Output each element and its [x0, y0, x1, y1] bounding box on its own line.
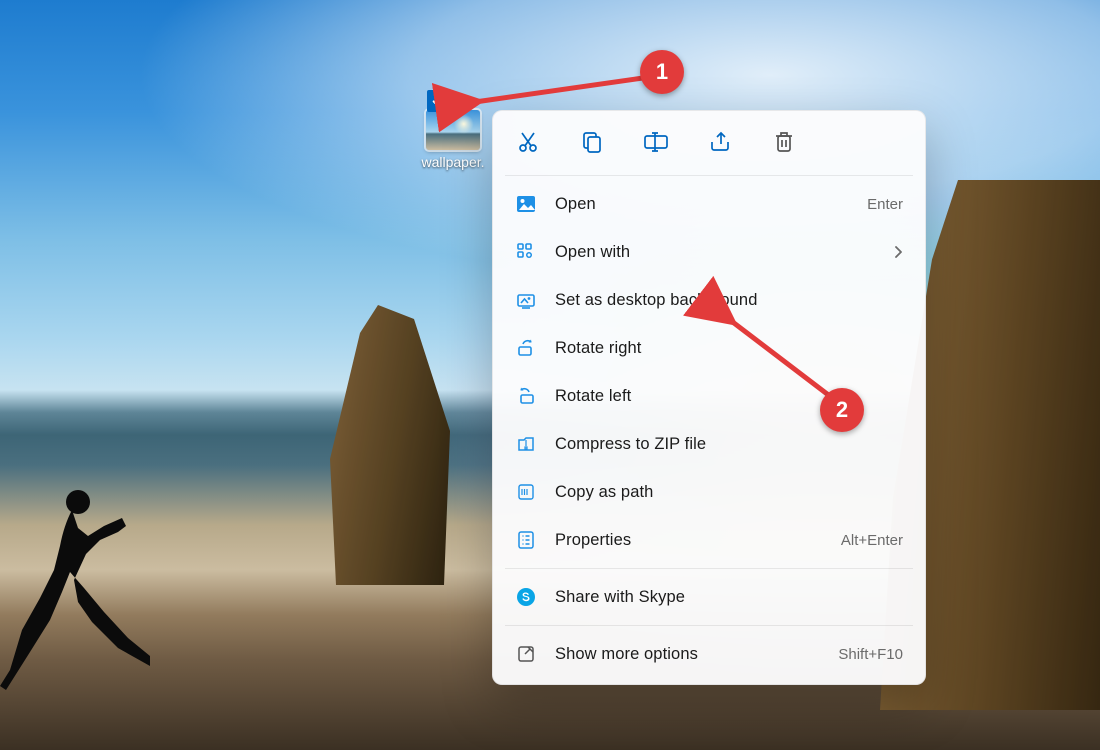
delete-button[interactable] [769, 127, 799, 157]
image-icon [515, 193, 537, 215]
menu-item-rotate-right[interactable]: Rotate right [493, 324, 925, 372]
menu-item-label: Copy as path [555, 483, 903, 502]
set-desktop-bg-icon [515, 289, 537, 311]
rename-button[interactable] [641, 127, 671, 157]
skype-icon [515, 586, 537, 608]
annotation-badge-1: 1 [640, 50, 684, 94]
wallpaper-decor [0, 480, 150, 700]
menu-item-compress-zip[interactable]: Compress to ZIP file [493, 420, 925, 468]
menu-item-label: Show more options [555, 645, 838, 664]
menu-item-properties[interactable]: Properties Alt+Enter [493, 516, 925, 564]
menu-item-label: Open [555, 195, 867, 214]
rename-icon [643, 131, 669, 153]
cut-icon [516, 130, 540, 154]
menu-item-accelerator: Shift+F10 [838, 646, 903, 663]
menu-item-label: Share with Skype [555, 588, 903, 607]
menu-item-copy-path[interactable]: Copy as path [493, 468, 925, 516]
more-options-icon [515, 643, 537, 665]
menu-item-accelerator: Alt+Enter [841, 532, 903, 549]
menu-separator [505, 175, 913, 176]
annotation-badge-label: 2 [836, 397, 848, 423]
context-menu-quick-actions [493, 117, 925, 171]
copy-icon [581, 130, 603, 154]
menu-separator [505, 568, 913, 569]
menu-item-show-more-options[interactable]: Show more options Shift+F10 [493, 630, 925, 678]
file-thumbnail [426, 110, 480, 150]
cut-button[interactable] [513, 127, 543, 157]
open-with-icon [515, 241, 537, 263]
file-label: wallpaper. [413, 154, 493, 170]
menu-item-label: Properties [555, 531, 841, 550]
menu-item-label: Open with [555, 243, 893, 262]
rotate-left-icon [515, 385, 537, 407]
selection-check-icon [427, 90, 449, 112]
menu-item-label: Compress to ZIP file [555, 435, 903, 454]
menu-item-label: Rotate right [555, 339, 903, 358]
menu-item-open-with[interactable]: Open with [493, 228, 925, 276]
desktop-file-wallpaper[interactable]: wallpaper. [413, 92, 493, 170]
menu-item-accelerator: Enter [867, 196, 903, 213]
annotation-badge-2: 2 [820, 388, 864, 432]
menu-item-open[interactable]: Open Enter [493, 180, 925, 228]
rotate-right-icon [515, 337, 537, 359]
menu-item-set-desktop-bg[interactable]: Set as desktop background [493, 276, 925, 324]
copy-path-icon [515, 481, 537, 503]
share-icon [708, 131, 732, 153]
chevron-right-icon [893, 245, 903, 259]
zip-icon [515, 433, 537, 455]
copy-button[interactable] [577, 127, 607, 157]
context-menu: Open Enter Open with Set as desktop back… [492, 110, 926, 685]
menu-item-share-skype[interactable]: Share with Skype [493, 573, 925, 621]
menu-item-label: Set as desktop background [555, 291, 903, 310]
menu-separator [505, 625, 913, 626]
properties-icon [515, 529, 537, 551]
annotation-badge-label: 1 [656, 59, 668, 85]
share-button[interactable] [705, 127, 735, 157]
delete-icon [773, 130, 795, 154]
